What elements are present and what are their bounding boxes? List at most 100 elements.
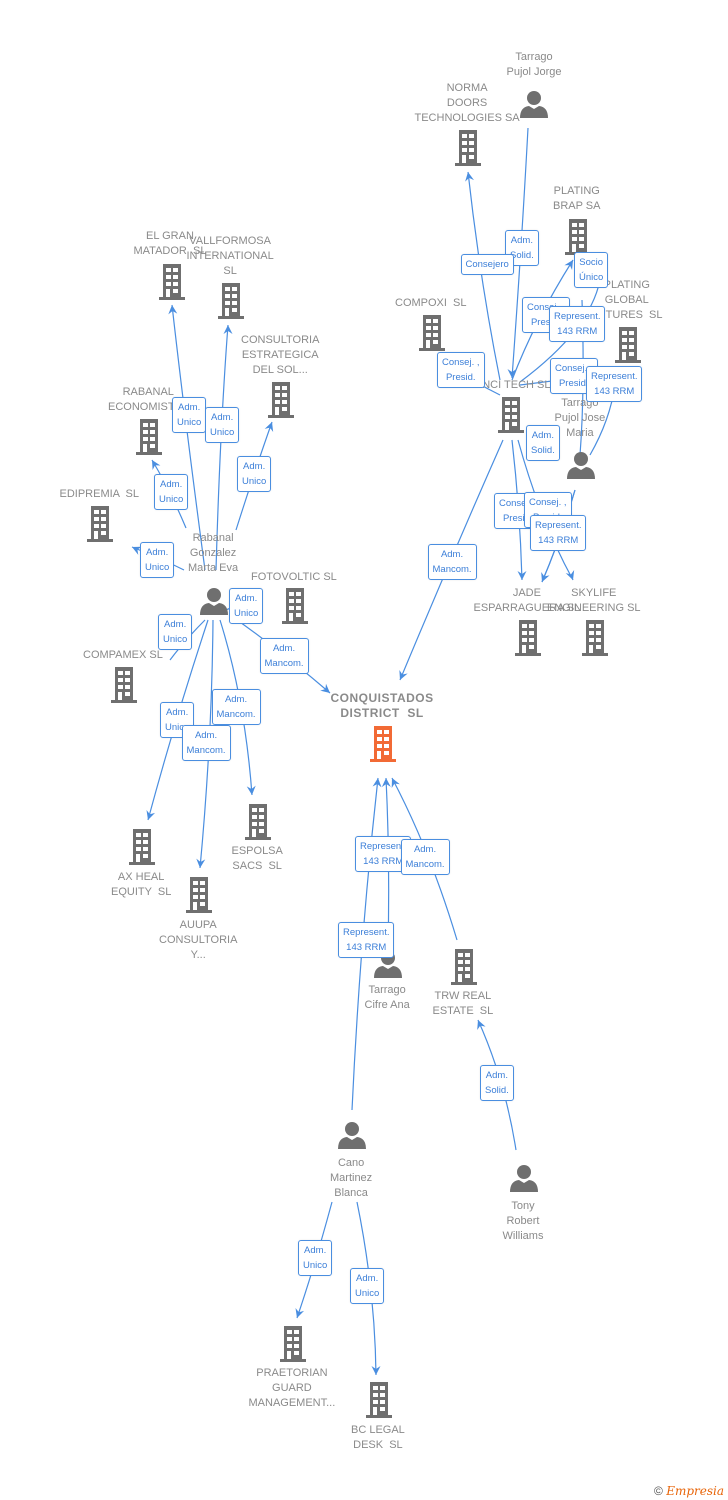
- node-label: Tarrago Pujol Jorge: [506, 51, 562, 78]
- node-label: SKYLIFE ENGINEERING SL: [547, 587, 641, 614]
- node-label: CONSULTORIA ESTRATEGICA DEL SOL...: [241, 334, 320, 376]
- company-building-icon[interactable]: [218, 283, 244, 324]
- company-building-icon[interactable]: [370, 726, 396, 767]
- node-label: BC LEGAL DESK SL: [351, 1424, 405, 1451]
- company-node-consultoria-estrategica[interactable]: CONSULTORIA ESTRATEGICA DEL SOL...: [241, 333, 319, 378]
- node-label: COMPAMEX SL: [83, 649, 163, 661]
- arrow-head-icon: [565, 570, 575, 580]
- company-building-icon[interactable]: [282, 588, 308, 629]
- copyright: © Empresia: [654, 1484, 724, 1498]
- person-node-rabanal-gonzalez[interactable]: Rabanal Gonzalez Marta Eva: [188, 531, 238, 576]
- company-node-bc-legal[interactable]: BC LEGAL DESK SL: [351, 1423, 405, 1453]
- relation-label[interactable]: Adm. Unico: [140, 542, 175, 578]
- arrow-head-icon: [399, 669, 408, 680]
- company-building-icon[interactable]: [419, 315, 445, 356]
- company-node-compamex[interactable]: COMPAMEX SL: [83, 648, 163, 663]
- company-building-icon[interactable]: [455, 130, 481, 171]
- person-icon[interactable]: [338, 1121, 366, 1154]
- node-label: Tarrago Cifre Ana: [364, 984, 410, 1011]
- node-label: AUUPA CONSULTORIA Y...: [159, 919, 238, 961]
- relation-label[interactable]: Represent. 143 RRM: [338, 922, 395, 958]
- company-node-edipremia[interactable]: EDIPREMIA SL: [60, 487, 139, 502]
- node-label: EDIPREMIA SL: [59, 488, 139, 500]
- relation-label[interactable]: Socio Único: [574, 252, 609, 288]
- company-node-ax-heal[interactable]: AX HEAL EQUITY SL: [111, 870, 171, 900]
- relation-label[interactable]: Adm. Solid.: [480, 1065, 514, 1101]
- company-building-icon[interactable]: [159, 264, 185, 305]
- person-icon[interactable]: [510, 1164, 538, 1197]
- node-label: Rabanal Gonzalez Marta Eva: [188, 532, 239, 574]
- company-building-icon[interactable]: [451, 949, 477, 990]
- person-node-cano-martinez[interactable]: Cano Martinez Blanca: [330, 1156, 372, 1201]
- relation-label[interactable]: Represent. 143 RRM: [530, 515, 587, 551]
- relation-label[interactable]: Adm. Unico: [237, 456, 272, 492]
- relation-label[interactable]: Adm. Mancom.: [181, 725, 231, 761]
- edge-line: [467, 171, 501, 381]
- company-node-skylife[interactable]: SKYLIFE ENGINEERING SL: [547, 586, 641, 616]
- relation-label[interactable]: Adm. Unico: [158, 614, 193, 650]
- company-building-icon[interactable]: [245, 804, 271, 845]
- relation-label[interactable]: Consejero: [460, 253, 514, 275]
- company-node-conquistados[interactable]: CONQUISTADOS DISTRICT SL: [331, 691, 434, 721]
- company-building-icon[interactable]: [186, 877, 212, 918]
- relation-label[interactable]: Adm. Unico: [229, 588, 264, 624]
- person-node-tarrago-pujol-jorge[interactable]: Tarrago Pujol Jorge: [507, 50, 562, 80]
- node-label: VALLFORMOSA INTERNATIONAL SL: [186, 235, 274, 277]
- node-label: TRW REAL ESTATE SL: [432, 990, 494, 1017]
- company-building-icon[interactable]: [515, 620, 541, 661]
- company-building-icon[interactable]: [366, 1382, 392, 1423]
- company-building-icon[interactable]: [111, 667, 137, 708]
- relation-label[interactable]: Consej. , Presid.: [437, 352, 485, 388]
- arrow-head-icon: [391, 778, 400, 789]
- company-node-trw-real-estate[interactable]: TRW REAL ESTATE SL: [433, 989, 494, 1019]
- person-icon[interactable]: [200, 587, 228, 620]
- node-label: Cano Martinez Blanca: [330, 1157, 373, 1199]
- company-building-icon[interactable]: [498, 397, 524, 438]
- company-node-vallformosa[interactable]: VALLFORMOSA INTERNATIONAL SL: [187, 234, 274, 279]
- relation-label[interactable]: Represent. 143 RRM: [586, 366, 643, 402]
- node-label: PRAETORIAN GUARD MANAGEMENT...: [248, 1367, 336, 1409]
- arrow-head-icon: [295, 1308, 305, 1318]
- relation-label[interactable]: Adm. Unico: [350, 1268, 385, 1304]
- company-node-fotovoltic[interactable]: FOTOVOLTIC SL: [251, 570, 337, 585]
- company-building-icon[interactable]: [615, 327, 641, 368]
- company-building-icon[interactable]: [136, 419, 162, 460]
- company-node-auupa[interactable]: AUUPA CONSULTORIA Y...: [159, 918, 237, 963]
- relation-label[interactable]: Adm. Unico: [154, 474, 189, 510]
- company-node-plating-brap[interactable]: PLATING BRAP SA: [553, 184, 601, 214]
- company-building-icon[interactable]: [87, 506, 113, 547]
- node-label: Tony Robert Williams: [502, 1200, 544, 1242]
- company-building-icon[interactable]: [280, 1326, 306, 1367]
- relation-label[interactable]: Adm. Solid.: [526, 425, 560, 461]
- relation-label[interactable]: Adm. Mancom.: [259, 638, 309, 674]
- node-label: PLATING BRAP SA: [553, 185, 601, 212]
- company-building-icon[interactable]: [129, 829, 155, 870]
- relation-label[interactable]: Adm. Unico: [298, 1240, 333, 1276]
- node-label: COMPOXI SL: [395, 297, 467, 309]
- relation-label[interactable]: Adm. Mancom.: [400, 839, 450, 875]
- relation-label[interactable]: Adm. Mancom.: [211, 689, 261, 725]
- company-node-norma-doors[interactable]: NORMA DOORS TECHNOLOGIES SA: [415, 81, 520, 126]
- company-node-espolsa[interactable]: ESPOLSA SACS SL: [232, 844, 283, 874]
- relation-label[interactable]: Adm. Mancom.: [427, 544, 477, 580]
- node-label: NORMA DOORS TECHNOLOGIES SA: [414, 82, 520, 124]
- brand-logo[interactable]: Empresia: [666, 1484, 724, 1498]
- company-node-praetorian[interactable]: PRAETORIAN GUARD MANAGEMENT...: [249, 1366, 336, 1411]
- company-building-icon[interactable]: [582, 620, 608, 661]
- person-node-tarrago-cifre-ana[interactable]: Tarrago Cifre Ana: [365, 983, 410, 1013]
- node-label: FOTOVOLTIC SL: [251, 571, 337, 583]
- company-building-icon[interactable]: [268, 382, 294, 423]
- arrow-head-icon: [477, 1020, 486, 1031]
- person-icon[interactable]: [567, 451, 595, 484]
- person-icon[interactable]: [520, 90, 548, 123]
- relation-label[interactable]: Represent. 143 RRM: [549, 306, 606, 342]
- arrow-head-icon: [146, 810, 156, 820]
- relation-label[interactable]: Adm. Unico: [172, 397, 207, 433]
- person-node-tarrago-pujol-jose[interactable]: Tarrago Pujol Jose Maria: [555, 396, 606, 441]
- company-node-compoxi[interactable]: COMPOXI SL: [395, 296, 467, 311]
- person-node-tony-williams[interactable]: Tony Robert Williams: [503, 1199, 544, 1244]
- relation-label[interactable]: Adm. Unico: [205, 407, 240, 443]
- copyright-symbol: ©: [654, 1484, 663, 1498]
- node-label: CONQUISTADOS DISTRICT SL: [330, 691, 434, 720]
- node-label: ESPOLSA SACS SL: [231, 845, 283, 872]
